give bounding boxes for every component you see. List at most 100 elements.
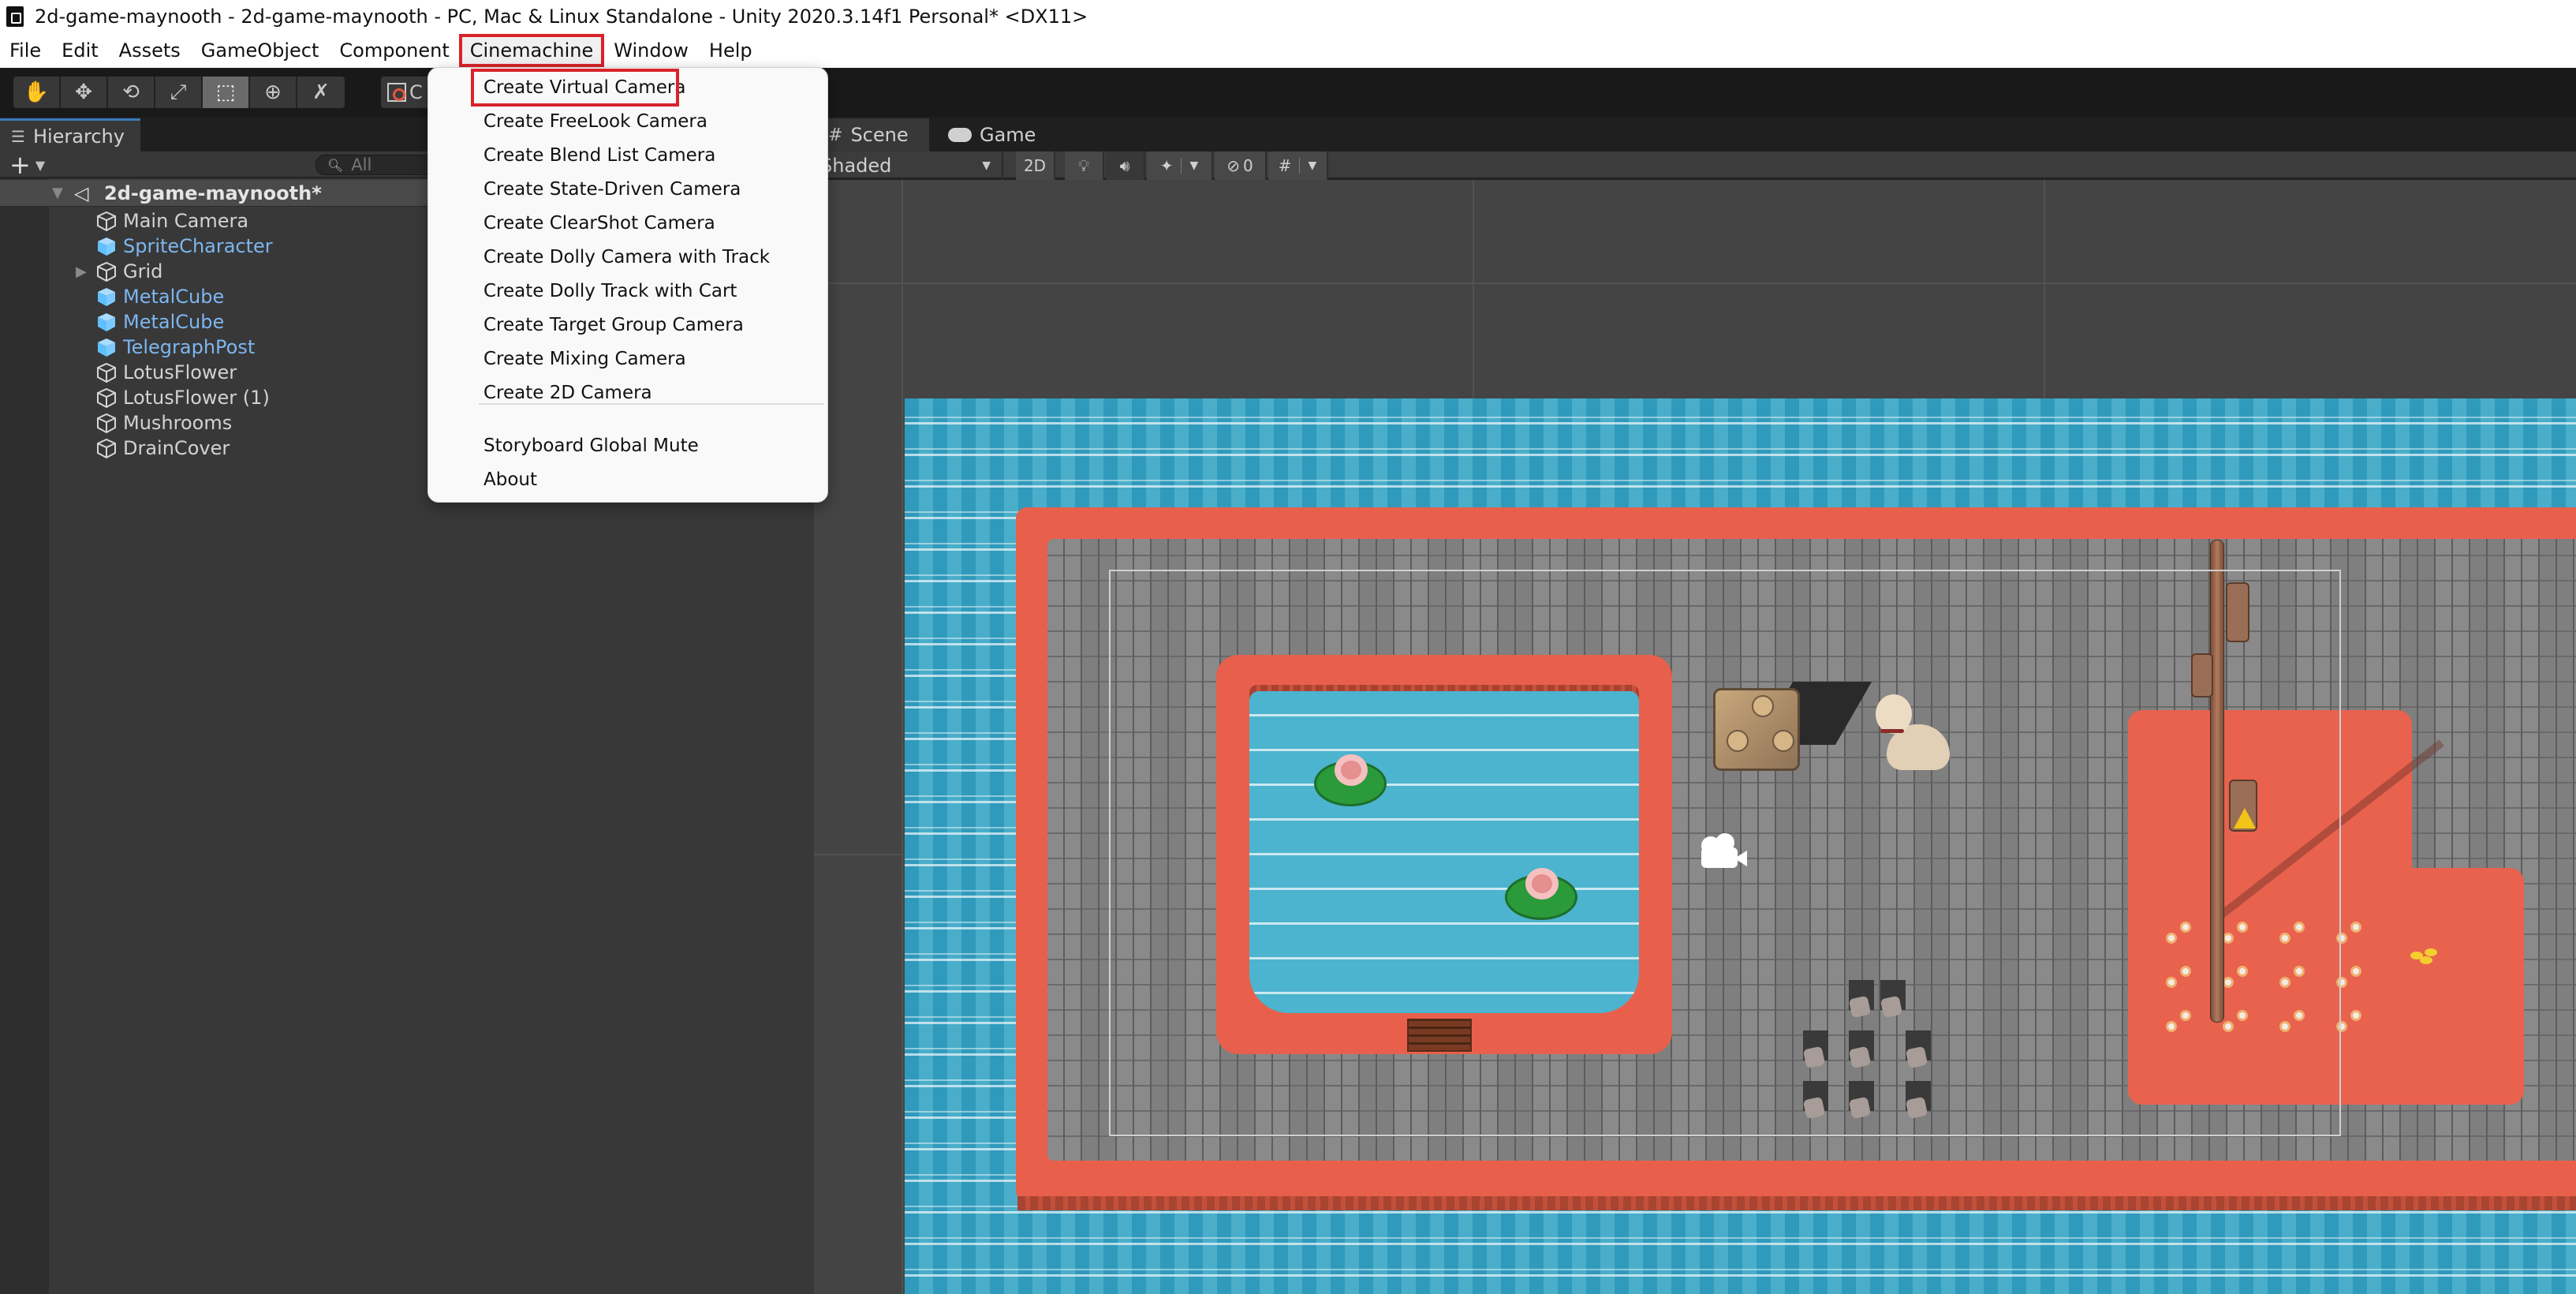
prefab-cube-icon: [96, 337, 117, 357]
menu-gameobject[interactable]: GameObject: [191, 35, 330, 66]
rect-tool-button[interactable]: ⬚: [203, 77, 250, 108]
effects-dropdown-button[interactable]: ✦ ▼: [1147, 151, 1213, 180]
menu-separator: [479, 403, 824, 405]
title-bar: 2d-game-maynooth - 2d-game-maynooth - PC…: [0, 0, 2576, 33]
hidden-count: 0: [1243, 156, 1253, 175]
pivot-label: C: [409, 81, 423, 103]
mushrooms-sprite[interactable]: [2410, 948, 2445, 966]
hidden-objects-toggle[interactable]: ⊘ 0: [1215, 151, 1267, 180]
hierarchy-item-label: LotusFlower: [123, 361, 237, 383]
scene-viewport[interactable]: [814, 180, 2576, 1294]
hand-tool-button[interactable]: ✋: [13, 77, 61, 108]
list-icon: ☰: [11, 126, 25, 146]
scale-tool-button[interactable]: ⤢: [155, 77, 203, 108]
menu-cinemachine[interactable]: Cinemachine: [458, 34, 605, 67]
prefab-cube-icon: [96, 236, 117, 256]
hierarchy-item-label: MetalCube: [123, 311, 225, 333]
tab-game-label: Game: [980, 124, 1036, 146]
rotate-icon: ⟲: [122, 80, 140, 104]
menu-edit[interactable]: Edit: [51, 35, 108, 66]
custom-tool-button[interactable]: ✗: [297, 77, 345, 108]
lighting-toggle-button[interactable]: 💡︎: [1065, 151, 1104, 180]
rotate-tool-button[interactable]: ⟲: [108, 77, 155, 108]
menu-item-create-clearshot-camera[interactable]: Create ClearShot Camera: [483, 208, 715, 239]
island-ledge-tiles: [1017, 1196, 2576, 1210]
grid-line: [902, 180, 903, 1294]
tab-hierarchy[interactable]: ☰ Hierarchy: [0, 118, 140, 151]
menu-item-storyboard-global-mute[interactable]: Storyboard Global Mute: [483, 430, 699, 462]
menu-component[interactable]: Component: [329, 35, 459, 66]
tab-scene[interactable]: # Scene: [814, 118, 929, 151]
menu-item-create-freelook-camera[interactable]: Create FreeLook Camera: [483, 106, 707, 137]
expand-arrow-icon[interactable]: ▶: [76, 264, 87, 280]
window-title: 2d-game-maynooth - 2d-game-maynooth - PC…: [35, 6, 1088, 28]
chevron-down-icon: ▼: [1189, 159, 1199, 172]
chevron-down-icon: ▼: [982, 159, 991, 172]
menu-window[interactable]: Window: [603, 35, 699, 66]
grid-snap-dropdown[interactable]: # ▼: [1268, 151, 1328, 180]
scene-toolbar: Shaded ▼ 2D 💡︎ 🔊︎ ✦ ▼ ⊘ 0 # ▼: [814, 151, 2576, 180]
menu-bar: File Edit Assets GameObject Component Ci…: [0, 33, 2576, 68]
hand-icon: ✋: [23, 80, 50, 104]
camera-bounds-frame: [1109, 570, 2341, 1136]
eye-slash-icon: ⊘: [1226, 156, 1241, 175]
scene-tab-bar: # Scene Game: [814, 117, 2576, 151]
chevron-down-icon: ▼: [35, 157, 46, 173]
prefab-cube-icon: [96, 312, 117, 332]
toggle-2d-button[interactable]: 2D: [1016, 151, 1055, 180]
menu-item-create-dolly-track-with-cart[interactable]: Create Dolly Track with Cart: [483, 275, 737, 307]
menu-item-about[interactable]: About: [483, 464, 537, 496]
unity-scene-icon: ◁: [74, 181, 89, 204]
menu-item-create-state-driven-camera[interactable]: Create State-Driven Camera: [483, 174, 741, 205]
cinemachine-menu: Create Virtual Camera Create FreeLook Cam…: [427, 67, 828, 503]
hierarchy-item-label: SpriteCharacter: [123, 235, 273, 257]
transform-tools: ✋ ✥ ⟲ ⤢ ⬚ ⊕ ✗: [13, 77, 345, 108]
gameobject-cube-icon: [96, 211, 117, 232]
hierarchy-item-label: TelegraphPost: [123, 336, 256, 358]
move-tool-button[interactable]: ✥: [61, 77, 108, 108]
scale-icon: ⤢: [170, 80, 187, 104]
scene-name: 2d-game-maynooth*: [104, 181, 322, 204]
audio-toggle-button[interactable]: 🔊︎: [1106, 151, 1145, 180]
chevron-down-icon: ▼: [1308, 159, 1317, 172]
gameobject-cube-icon: [96, 387, 117, 409]
hierarchy-item-label: MetalCube: [123, 286, 225, 308]
tab-hierarchy-label: Hierarchy: [32, 125, 125, 148]
effects-icon: ✦: [1159, 156, 1174, 175]
main-toolbar: ✋ ✥ ⟲ ⤢ ⬚ ⊕ ✗ C: [0, 68, 2576, 117]
transform-tool-button[interactable]: ⊕: [250, 77, 297, 108]
menu-item-create-target-group-camera[interactable]: Create Target Group Camera: [483, 309, 744, 341]
pivot-icon: [387, 83, 406, 102]
menu-item-create-virtual-camera[interactable]: Create Virtual Camera: [471, 69, 685, 107]
move-arrows-icon: ✥: [75, 80, 92, 104]
grid-hash-icon: #: [828, 125, 843, 145]
wrench-pencil-icon: ✗: [312, 80, 330, 104]
menu-item-create-blend-list-camera[interactable]: Create Blend List Camera: [483, 140, 715, 171]
lightbulb-icon: 💡︎: [1078, 156, 1089, 175]
menu-item-create-mixing-camera[interactable]: Create Mixing Camera: [483, 343, 686, 375]
search-icon: 🔍︎: [327, 157, 344, 173]
hierarchy-item-label: Grid: [123, 260, 163, 282]
hierarchy-item-label: Main Camera: [123, 210, 249, 232]
hierarchy-item-label: LotusFlower (1): [123, 387, 270, 409]
search-placeholder: All: [351, 155, 372, 174]
unity-logo-icon: [6, 6, 24, 27]
transform-all-icon: ⊕: [264, 80, 282, 104]
menu-help[interactable]: Help: [699, 35, 763, 66]
menu-item-create-dolly-camera-with-track[interactable]: Create Dolly Camera with Track: [483, 241, 770, 273]
grid-line: [814, 282, 2576, 284]
gamepad-icon: [948, 128, 972, 142]
add-object-button[interactable]: + ▼: [9, 150, 46, 180]
draw-mode-value: Shaded: [820, 155, 892, 177]
draw-mode-dropdown[interactable]: Shaded ▼: [814, 151, 1003, 180]
menu-file[interactable]: File: [0, 35, 51, 66]
gameobject-cube-icon: [96, 438, 117, 459]
hierarchy-item-label: DrainCover: [123, 437, 230, 459]
hierarchy-item-label: Mushrooms: [123, 412, 233, 434]
tab-game[interactable]: Game: [940, 118, 1036, 151]
menu-assets[interactable]: Assets: [109, 35, 191, 66]
gameobject-cube-icon: [96, 362, 117, 383]
tab-scene-label: Scene: [850, 124, 909, 146]
expand-arrow-icon[interactable]: ▼: [52, 185, 71, 201]
gameobject-cube-icon: [96, 413, 117, 434]
